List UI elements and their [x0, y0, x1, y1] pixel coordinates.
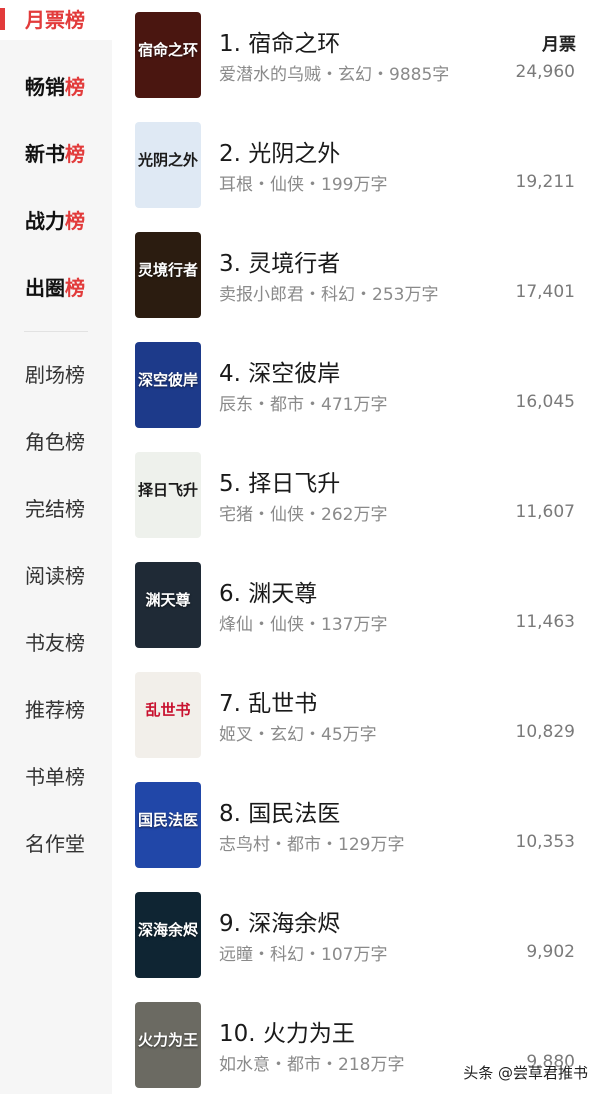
sidebar-item-label: 战力	[25, 209, 65, 233]
book-title[interactable]: 8. 国民法医	[219, 794, 340, 828]
book-cover-title: 渊天尊	[145, 591, 191, 609]
sidebar-item-3[interactable]: 战力榜	[0, 201, 112, 241]
book-cover[interactable]: 择日飞升	[135, 452, 201, 538]
book-cover[interactable]: 灵境行者	[135, 232, 201, 318]
book-title[interactable]: 4. 深空彼岸	[219, 354, 340, 388]
book-cover[interactable]: 火力为王	[135, 1002, 201, 1088]
sidebar-item-8[interactable]: 阅读榜	[0, 556, 112, 596]
sidebar-item-9[interactable]: 书友榜	[0, 623, 112, 663]
monthly-ticket-count: 10,829	[515, 722, 575, 742]
book-cover[interactable]: 光阴之外	[135, 122, 201, 208]
monthly-ticket-count: 19,211	[515, 172, 575, 192]
watermark: 头条 @尝草君推书	[463, 1064, 588, 1082]
sidebar-item-suffix: 榜	[65, 276, 85, 300]
sidebar-item-label: 月票	[25, 8, 65, 32]
sidebar-item-4[interactable]: 出圈榜	[0, 268, 112, 308]
sidebar-item-label: 书友榜	[25, 631, 85, 655]
sidebar-item-suffix: 榜	[65, 142, 85, 166]
monthly-ticket-count: 17,401	[515, 282, 575, 302]
sidebar-item-5[interactable]: 剧场榜	[0, 355, 112, 395]
sidebar-item-label: 畅销	[25, 75, 65, 99]
sidebar-item-label: 新书	[25, 142, 65, 166]
book-cover-title: 乱世书	[145, 701, 191, 719]
book-cover[interactable]: 国民法医	[135, 782, 201, 868]
sidebar-item-12[interactable]: 名作堂	[0, 824, 112, 864]
book-cover[interactable]: 深海余烬	[135, 892, 201, 978]
book-cover-title: 火力为王	[137, 1031, 198, 1049]
book-cover-title: 深海余烬	[137, 921, 198, 939]
sidebar-item-suffix: 榜	[65, 75, 85, 99]
book-meta: 远瞳・科幻・107万字	[219, 945, 388, 965]
sidebar-item-2[interactable]: 新书榜	[0, 134, 112, 174]
sidebar-item-7[interactable]: 完结榜	[0, 489, 112, 529]
monthly-ticket-count: 11,463	[515, 612, 575, 632]
book-row[interactable]: 渊天尊 6. 渊天尊烽仙・仙侠・137万字 11,463	[135, 562, 585, 650]
book-meta: 爱潜水的乌贼・玄幻・9885字	[219, 65, 450, 85]
book-row[interactable]: 择日飞升 5. 择日飞升宅猪・仙侠・262万字 11,607	[135, 452, 585, 540]
book-cover-title: 国民法医	[137, 811, 198, 829]
sidebar-item-suffix: 榜	[65, 8, 85, 32]
book-meta: 如水意・都市・218万字	[219, 1055, 405, 1075]
book-title[interactable]: 2. 光阴之外	[219, 134, 340, 168]
sidebar-item-label: 完结榜	[25, 497, 85, 521]
sidebar-item-label: 推荐榜	[25, 698, 85, 722]
sidebar-item-label: 书单榜	[25, 765, 85, 789]
book-cover[interactable]: 宿命之环	[135, 12, 201, 98]
monthly-ticket-count: 10,353	[515, 832, 575, 852]
book-row[interactable]: 光阴之外 2. 光阴之外耳根・仙侠・199万字 19,211	[135, 122, 585, 210]
book-title[interactable]: 7. 乱世书	[219, 684, 317, 718]
sidebar-item-label: 名作堂	[25, 832, 85, 856]
book-meta: 宅猪・仙侠・262万字	[219, 505, 388, 525]
book-meta: 姬叉・玄幻・45万字	[219, 725, 377, 745]
sidebar-item-10[interactable]: 推荐榜	[0, 690, 112, 730]
sidebar-item-0[interactable]: 月票榜	[0, 0, 112, 40]
book-cover-title: 光阴之外	[137, 151, 198, 169]
book-title[interactable]: 10. 火力为王	[219, 1014, 355, 1048]
book-cover-title: 宿命之环	[137, 41, 198, 59]
book-row[interactable]: 深海余烬 9. 深海余烬远瞳・科幻・107万字 9,902	[135, 892, 585, 980]
monthly-ticket-count: 24,960	[515, 62, 575, 82]
sidebar-item-label: 阅读榜	[25, 564, 85, 588]
book-row[interactable]: 深空彼岸 4. 深空彼岸辰东・都市・471万字 16,045	[135, 342, 585, 430]
book-row[interactable]: 国民法医 8. 国民法医志鸟村・都市・129万字 10,353	[135, 782, 585, 870]
monthly-ticket-count: 16,045	[515, 392, 575, 412]
book-meta: 耳根・仙侠・199万字	[219, 175, 388, 195]
book-cover[interactable]: 渊天尊	[135, 562, 201, 648]
monthly-ticket-count: 11,607	[515, 502, 575, 522]
book-title[interactable]: 3. 灵境行者	[219, 244, 340, 278]
sidebar-item-label: 角色榜	[25, 430, 85, 454]
book-cover[interactable]: 深空彼岸	[135, 342, 201, 428]
sidebar-item-6[interactable]: 角色榜	[0, 422, 112, 462]
book-cover-title: 灵境行者	[137, 261, 198, 279]
book-cover-title: 深空彼岸	[137, 371, 198, 389]
book-meta: 烽仙・仙侠・137万字	[219, 615, 388, 635]
book-title[interactable]: 9. 深海余烬	[219, 904, 340, 938]
sidebar-item-1[interactable]: 畅销榜	[0, 67, 112, 107]
active-indicator	[0, 8, 5, 30]
book-row[interactable]: 宿命之环 1. 宿命之环爱潜水的乌贼・玄幻・9885字 24,960	[135, 12, 585, 100]
book-meta: 卖报小郎君・科幻・253万字	[219, 285, 439, 305]
book-title[interactable]: 1. 宿命之环	[219, 24, 340, 58]
book-meta: 志鸟村・都市・129万字	[219, 835, 405, 855]
book-title[interactable]: 6. 渊天尊	[219, 574, 317, 608]
book-cover[interactable]: 乱世书	[135, 672, 201, 758]
sidebar-item-label: 出圈	[25, 276, 65, 300]
sidebar-item-label: 剧场榜	[25, 363, 85, 387]
sidebar-divider	[24, 331, 88, 332]
book-title[interactable]: 5. 择日飞升	[219, 464, 340, 498]
sidebar-item-suffix: 榜	[65, 209, 85, 233]
ranking-sidebar: 月票榜 畅销榜 新书榜 战力榜 出圈榜 剧场榜 角色榜 完结榜 阅读榜 书友榜 推荐榜 书单榜 名作堂	[0, 0, 112, 1094]
book-row[interactable]: 乱世书 7. 乱世书姬叉・玄幻・45万字 10,829	[135, 672, 585, 760]
book-cover-title: 择日飞升	[137, 481, 198, 499]
book-meta: 辰东・都市・471万字	[219, 395, 388, 415]
book-row[interactable]: 灵境行者 3. 灵境行者卖报小郎君・科幻・253万字 17,401	[135, 232, 585, 320]
sidebar-item-11[interactable]: 书单榜	[0, 757, 112, 797]
monthly-ticket-count: 9,902	[526, 942, 575, 962]
